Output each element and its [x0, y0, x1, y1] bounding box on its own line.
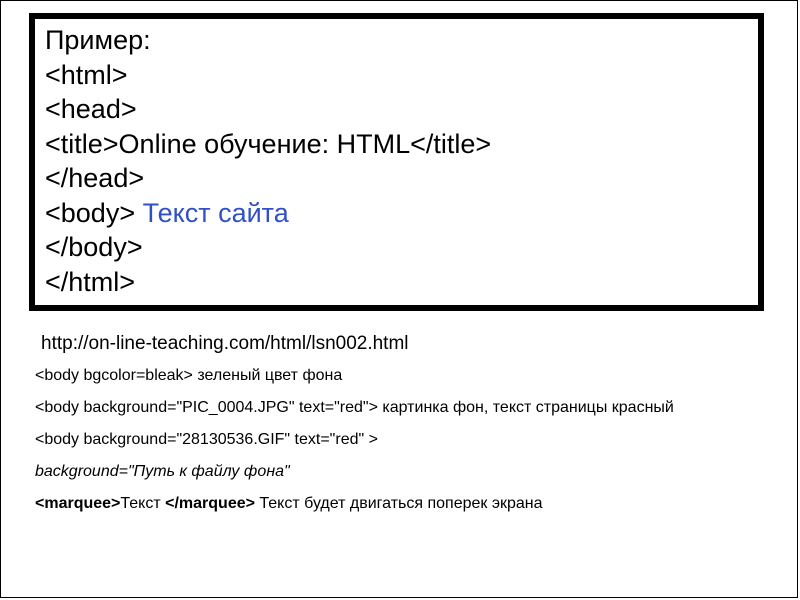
code-line: </head>: [45, 161, 748, 196]
code-line: </body>: [45, 230, 748, 265]
annotation-line: <body background="PIC_0004.JPG" text="re…: [35, 399, 674, 417]
annotation-line: background="Путь к файлу фона": [35, 463, 290, 481]
code-line: Пример:: [45, 23, 748, 58]
annotation-text: Текст будет двигаться поперек экрана: [255, 495, 543, 512]
annotation-line: <marquee>Текст </marquee> Текст будет дв…: [35, 495, 543, 513]
annotation-tag: <marquee>: [35, 495, 120, 512]
code-line: <html>: [45, 58, 748, 93]
code-line: <head>: [45, 92, 748, 127]
code-line: </html>: [45, 265, 748, 300]
code-line: <title>Online обучение: HTML</title>: [45, 127, 748, 162]
code-text: <body>: [45, 198, 143, 228]
code-example-box: Пример: <html> <head> <title>Online обуч…: [29, 13, 764, 311]
slide-container: Пример: <html> <head> <title>Online обуч…: [0, 0, 798, 598]
annotation-tag: </marquee>: [165, 495, 255, 512]
code-text-highlight: Текст сайта: [143, 198, 289, 228]
annotation-text: Текст: [120, 495, 165, 512]
reference-url: http://on-line-teaching.com/html/lsn002.…: [41, 333, 409, 355]
annotation-line: <body background="28130536.GIF" text="re…: [35, 431, 378, 449]
annotation-line: <body bgcolor=bleak> зеленый цвет фона: [35, 367, 342, 385]
code-line: <body> Текст сайта: [45, 196, 748, 231]
